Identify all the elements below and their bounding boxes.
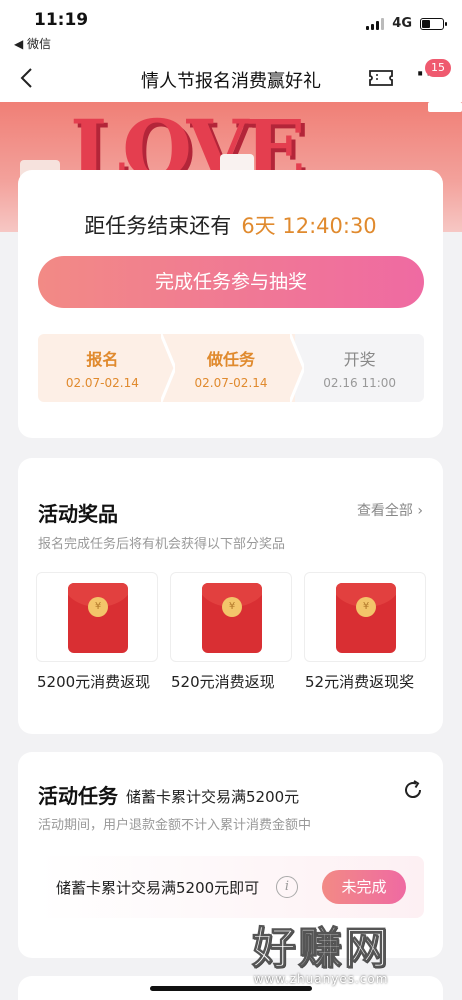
countdown: 距任务结束还有 6天 12:40:30 <box>18 210 443 240</box>
battery-icon <box>420 17 447 30</box>
ticket-icon[interactable] <box>368 68 394 88</box>
step-signup: 报名 02.07-02.14 <box>38 334 167 402</box>
countdown-label: 距任务结束还有 <box>84 214 232 238</box>
prize-name: 5200元消费返现 <box>37 673 151 691</box>
back-to-app-link[interactable]: ◀ 微信 <box>14 35 51 52</box>
view-all-link[interactable]: 查看全部 › <box>357 500 423 520</box>
step-name: 开奖 <box>343 350 376 369</box>
red-envelope-icon: ¥ <box>202 583 262 653</box>
watermark: 好赚网 www.zhuanyes.com <box>252 912 390 987</box>
step-date: 02.07-02.14 <box>65 376 139 390</box>
network-type: 4G <box>392 16 412 31</box>
prizes-title: 活动奖品 <box>38 502 118 526</box>
step-name: 报名 <box>86 350 119 369</box>
chevron-right-icon: › <box>417 503 423 519</box>
tasks-note: 活动期间，用户退款金额不计入累计消费金额中 <box>38 818 312 833</box>
step-date: 02.07-02.14 <box>194 376 268 390</box>
tasks-title: 活动任务 <box>38 784 118 808</box>
countdown-card: 距任务结束还有 6天 12:40:30 完成任务参与抽奖 报名 02.07-02.… <box>18 170 443 438</box>
red-envelope-icon: ¥ <box>68 583 128 653</box>
signal-icon <box>366 17 385 30</box>
countdown-value: 6天 12:40:30 <box>241 214 377 238</box>
task-status-button[interactable]: 未完成 <box>322 870 406 904</box>
view-all-label: 查看全部 <box>356 503 413 519</box>
home-indicator[interactable] <box>150 986 312 991</box>
step-draw: 开奖 02.16 11:00 <box>295 334 425 402</box>
progress-steps: 报名 02.07-02.14 做任务 02.07-02.14 开奖 02.16 … <box>38 334 425 402</box>
prize-list: ¥ 5200元消费返现 ¥ 520元消费返现 ¥ 52元消费返现奖 <box>36 572 426 691</box>
red-envelope-icon: ¥ <box>336 583 396 653</box>
prize-item[interactable]: ¥ 5200元消费返现 <box>36 572 158 691</box>
step-name: 做任务 <box>207 350 256 369</box>
chevron-right-icon <box>290 334 304 402</box>
prizes-subtitle: 报名完成任务后将有机会获得以下部分奖品 <box>38 537 286 552</box>
step-do-task: 做任务 02.07-02.14 <box>166 334 296 402</box>
status-indicators: 4G <box>366 16 447 31</box>
prize-name: 52元消费返现奖 <box>305 673 415 691</box>
watermark-logo: 好赚网 <box>252 923 390 975</box>
tasks-subtitle: 储蓄卡累计交易满5200元 <box>126 788 300 806</box>
nav-bar: 情人节报名消费赢好礼 ··· 15 <box>0 56 462 102</box>
status-bar: 11:19 ◀ 微信 4G <box>0 0 462 56</box>
prize-name: 520元消费返现 <box>171 673 275 691</box>
watermark-url: www.zhuanyes.com <box>253 972 389 986</box>
task-name: 储蓄卡累计交易满5200元即可 <box>56 879 260 897</box>
refresh-icon[interactable] <box>401 778 425 802</box>
join-lottery-button[interactable]: 完成任务参与抽奖 <box>38 256 424 308</box>
chevron-right-icon <box>161 334 175 402</box>
banner-tag <box>428 102 462 112</box>
prize-item[interactable]: ¥ 52元消费返现奖 <box>304 572 426 691</box>
info-icon[interactable]: i <box>276 876 298 898</box>
notification-badge: 15 <box>425 59 451 77</box>
prizes-card: 活动奖品 查看全部 › 报名完成任务后将有机会获得以下部分奖品 ¥ 5200元消… <box>18 458 443 734</box>
step-date: 02.16 11:00 <box>323 376 397 390</box>
prize-item[interactable]: ¥ 520元消费返现 <box>170 572 292 691</box>
task-row: 储蓄卡累计交易满5200元即可 i 未完成 <box>38 856 424 918</box>
status-time: 11:19 <box>34 10 89 30</box>
